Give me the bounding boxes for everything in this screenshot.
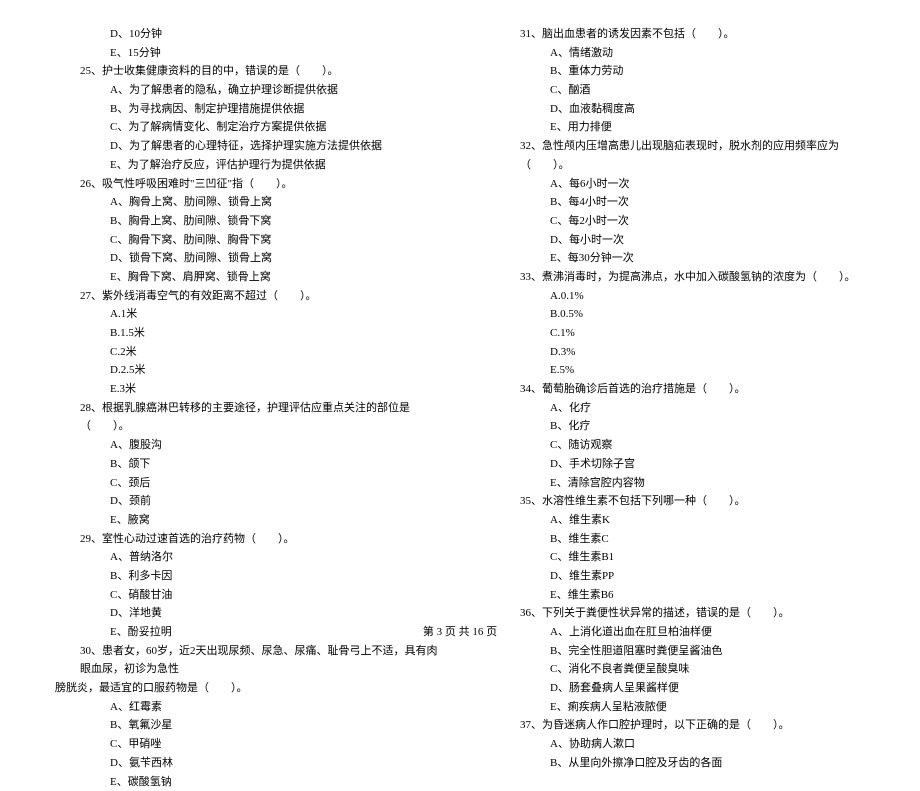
option-text: A、每6小时一次 — [480, 175, 880, 194]
question-stem: 36、下列关于粪便性状异常的描述，错误的是（ ）。 — [480, 604, 880, 623]
option-text: D、洋地黄 — [40, 604, 440, 623]
option-text: E.5% — [480, 361, 880, 380]
option-text: E、碳酸氢钠 — [40, 773, 440, 791]
option-text: B、胸骨上窝、肋间隙、锁骨下窝 — [40, 212, 440, 231]
option-text: C、硝酸甘油 — [40, 586, 440, 605]
option-text: E、用力排便 — [480, 118, 880, 137]
option-text: B、利多卡因 — [40, 567, 440, 586]
option-text: D、血液黏稠度高 — [480, 100, 880, 119]
left-column: D、10分钟 E、15分钟 25、护士收集健康资料的目的中，错误的是（ ）。 A… — [40, 25, 440, 791]
option-text: A.1米 — [40, 305, 440, 324]
option-text: C、维生素B1 — [480, 548, 880, 567]
option-text: E、每30分钟一次 — [480, 249, 880, 268]
option-text: C、酗酒 — [480, 81, 880, 100]
option-text: B、从里向外擦净口腔及牙齿的各面 — [480, 754, 880, 773]
option-text: E、胸骨下窝、肩胛窝、锁骨上窝 — [40, 268, 440, 287]
option-text: B、完全性胆道阻塞时粪便呈酱油色 — [480, 642, 880, 661]
option-text: A、维生素K — [480, 511, 880, 530]
option-text: C、颈后 — [40, 474, 440, 493]
page-footer: 第 3 页 共 16 页 — [0, 623, 920, 642]
option-text: D、锁骨下窝、肋间隙、锁骨上窝 — [40, 249, 440, 268]
option-text: D、10分钟 — [40, 25, 440, 44]
question-stem: 35、水溶性维生素不包括下列哪一种（ ）。 — [480, 492, 880, 511]
option-text: C.2米 — [40, 343, 440, 362]
option-text: E、腋窝 — [40, 511, 440, 530]
option-text: C、甲硝唑 — [40, 735, 440, 754]
option-text: C、胸骨下窝、肋间隙、胸骨下窝 — [40, 231, 440, 250]
question-stem: 28、根据乳腺癌淋巴转移的主要途径，护理评估应重点关注的部位是（ ）。 — [40, 399, 440, 436]
option-text: A、情绪激动 — [480, 44, 880, 63]
option-text: A、为了解患者的隐私，确立护理诊断提供依据 — [40, 81, 440, 100]
option-text: C、随访观察 — [480, 436, 880, 455]
option-text: E、为了解治疗反应，评估护理行为提供依据 — [40, 156, 440, 175]
question-stem: 34、葡萄胎确诊后首选的治疗措施是（ ）。 — [480, 380, 880, 399]
option-text: B、化疗 — [480, 417, 880, 436]
option-text: B、氧氟沙星 — [40, 716, 440, 735]
option-text: A、协助病人漱口 — [480, 735, 880, 754]
option-text: E、15分钟 — [40, 44, 440, 63]
option-text: C.1% — [480, 324, 880, 343]
option-text: D.3% — [480, 343, 880, 362]
option-text: C、为了解病情变化、制定治疗方案提供依据 — [40, 118, 440, 137]
option-text: E、维生素B6 — [480, 586, 880, 605]
question-stem: 31、脑出血患者的诱发因素不包括（ ）。 — [480, 25, 880, 44]
question-stem: 25、护士收集健康资料的目的中，错误的是（ ）。 — [40, 62, 440, 81]
question-stem: 30、患者女，60岁，近2天出现尿频、尿急、尿痛、耻骨弓上不适，具有肉眼血尿，初… — [40, 642, 440, 679]
option-text: D、维生素PP — [480, 567, 880, 586]
option-text: A、化疗 — [480, 399, 880, 418]
option-text: C、每2小时一次 — [480, 212, 880, 231]
option-text: B.0.5% — [480, 305, 880, 324]
option-text: B、重体力劳动 — [480, 62, 880, 81]
option-text: A、腹股沟 — [40, 436, 440, 455]
question-stem: 27、紫外线消毒空气的有效距离不超过（ ）。 — [40, 287, 440, 306]
option-text: E、清除宫腔内容物 — [480, 474, 880, 493]
option-text: E、痢疾病人呈粘液脓便 — [480, 698, 880, 717]
question-stem: 29、室性心动过速首选的治疗药物（ ）。 — [40, 530, 440, 549]
option-text: A、胸骨上窝、肋间隙、锁骨上窝 — [40, 193, 440, 212]
question-stem: 37、为昏迷病人作口腔护理时，以下正确的是（ ）。 — [480, 716, 880, 735]
option-text: D、颈前 — [40, 492, 440, 511]
question-stem: 32、急性颅内压增高患儿出现脑疝表现时，脱水剂的应用频率应为（ ）。 — [480, 137, 880, 174]
option-text: B、为寻找病因、制定护理措施提供依据 — [40, 100, 440, 119]
option-text: B.1.5米 — [40, 324, 440, 343]
option-text: B、维生素C — [480, 530, 880, 549]
option-text: A、红霉素 — [40, 698, 440, 717]
option-text: A、普纳洛尔 — [40, 548, 440, 567]
option-text: D、肠套叠病人呈果酱样便 — [480, 679, 880, 698]
option-text: C、消化不良者粪便呈酸臭味 — [480, 660, 880, 679]
option-text: E.3米 — [40, 380, 440, 399]
option-text: D、为了解患者的心理特征，选择护理实施方法提供依据 — [40, 137, 440, 156]
option-text: B、颌下 — [40, 455, 440, 474]
option-text: B、每4小时一次 — [480, 193, 880, 212]
question-stem-cont: 膀胱炎，最适宜的口服药物是（ ）。 — [40, 679, 440, 698]
option-text: A.0.1% — [480, 287, 880, 306]
question-stem: 33、煮沸消毒时，为提高沸点，水中加入碳酸氢钠的浓度为（ ）。 — [480, 268, 880, 287]
option-text: D、氨苄西林 — [40, 754, 440, 773]
option-text: D.2.5米 — [40, 361, 440, 380]
option-text: D、手术切除子宫 — [480, 455, 880, 474]
question-stem: 26、吸气性呼吸困难时"三凹征"指（ ）。 — [40, 175, 440, 194]
option-text: D、每小时一次 — [480, 231, 880, 250]
right-column: 31、脑出血患者的诱发因素不包括（ ）。 A、情绪激动 B、重体力劳动 C、酗酒… — [480, 25, 880, 791]
